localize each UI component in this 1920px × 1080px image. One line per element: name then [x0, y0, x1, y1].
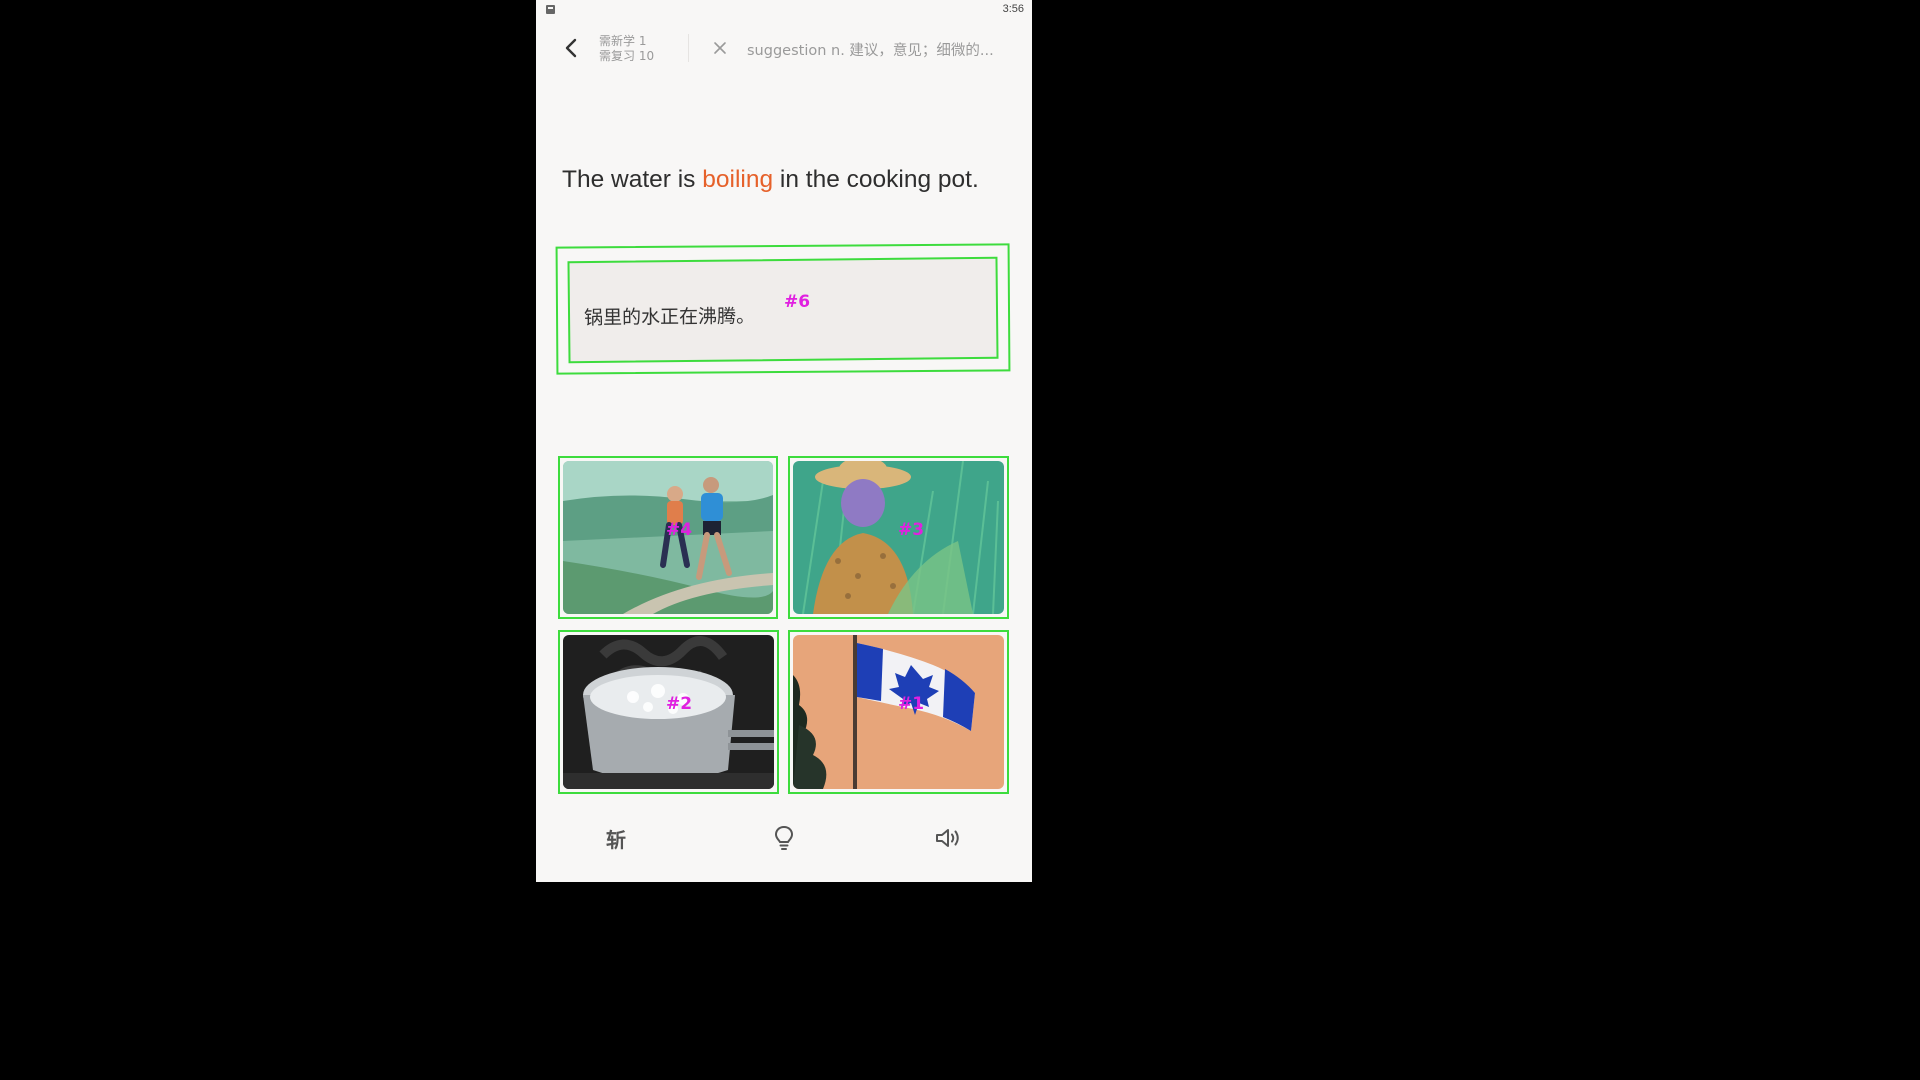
status-time: 3:56: [1002, 3, 1024, 15]
bottom-toolbar: 斩: [536, 816, 1032, 860]
translation-tag: #6: [784, 292, 811, 312]
back-arrow-icon[interactable]: [560, 36, 584, 60]
divider: [688, 34, 689, 62]
choice-tag: #2: [666, 694, 693, 714]
choice-tag: #4: [666, 520, 693, 540]
example-sentence: The water is boiling in the cooking pot.: [562, 164, 1002, 196]
new-count-label: 需新学 1: [599, 34, 647, 48]
sentence-keyword: boiling: [702, 166, 774, 193]
chop-button[interactable]: 斩: [606, 824, 626, 853]
status-bar: 3:56: [536, 0, 1032, 22]
speaker-icon[interactable]: [934, 826, 962, 850]
choice-tag: #1: [898, 694, 925, 714]
choice-tag: #3: [898, 520, 925, 540]
notification-icon: [546, 5, 555, 14]
previous-word[interactable]: suggestion n. 建议，意见；细微的...: [747, 39, 1017, 60]
lightbulb-icon[interactable]: [772, 824, 796, 852]
sentence-after: in the cooking pot.: [773, 166, 979, 193]
close-icon[interactable]: [712, 40, 728, 56]
translation-box[interactable]: 锅里的水正在沸腾。: [567, 256, 999, 364]
progress-counts: 需新学 1 需复习 10: [599, 34, 654, 64]
sentence-before: The water is: [562, 166, 703, 193]
translation-text: 锅里的水正在沸腾。: [583, 305, 756, 330]
top-bar: 需新学 1 需复习 10 suggestion n. 建议，意见；细微的...: [536, 28, 1032, 72]
app-screen: 3:56 需新学 1 需复习 10 suggestion n. 建议，意见；细微…: [536, 0, 1032, 882]
review-count-label: 需复习 10: [599, 49, 655, 63]
